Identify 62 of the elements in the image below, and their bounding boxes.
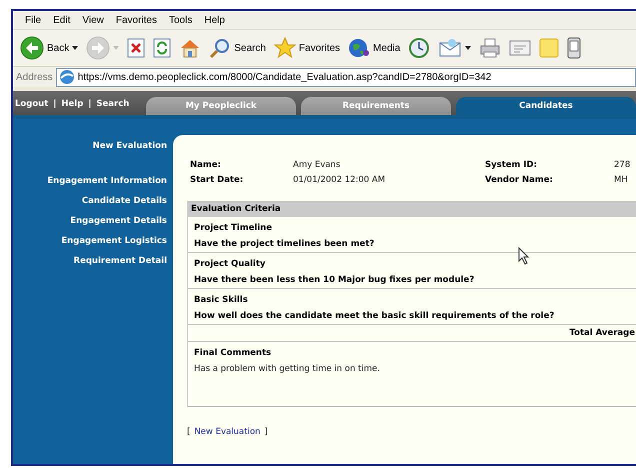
comments-text: Has a problem with getting time in on time. [194, 364, 381, 374]
search-icon [209, 37, 232, 59]
field-value: 278 [614, 160, 632, 170]
sidebar-link[interactable]: Engagement Information [47, 176, 167, 186]
sidebar-link[interactable]: Candidate Details [82, 196, 167, 206]
criterion-title: Basic Skills [194, 295, 249, 305]
page-icon [58, 69, 75, 85]
menu-item[interactable]: Help [198, 14, 231, 26]
sidebar-link[interactable]: Engagement Logistics [61, 236, 167, 246]
field-label: Name: [190, 160, 222, 170]
caret-icon [72, 46, 78, 50]
field-value: 01/01/2002 12:00 AM [293, 175, 386, 185]
field-label: Start Date: [190, 175, 244, 185]
home-icon [179, 38, 202, 58]
field-label: System ID: [485, 160, 538, 170]
toolbar-button[interactable]: Back [17, 33, 82, 63]
sidebar-link[interactable]: Engagement Details [70, 216, 167, 226]
new-evaluation-link[interactable]: New Evaluation [194, 427, 260, 437]
globe-icon [348, 37, 370, 59]
criterion-question: Have the project timelines been met? [194, 239, 376, 249]
field-value: MH [614, 175, 629, 185]
criterion-title: Project Timeline [194, 223, 273, 233]
phone-icon [567, 37, 582, 59]
nav-link[interactable]: Search [96, 99, 130, 109]
history-icon [408, 37, 430, 59]
bracket: [ [187, 427, 190, 437]
caret-icon [465, 46, 472, 50]
toolbar-button[interactable]: Search [206, 33, 269, 63]
menu-item[interactable]: Tools [162, 14, 198, 26]
address-field[interactable]: https://vms.demo.peopleclick.com/8000/Candidate_Evaluation.asp?candID=2780&orgID=342 [56, 68, 636, 86]
bracket: ] [264, 427, 268, 437]
toolbar-button[interactable]: Media [345, 33, 404, 63]
comments-title: Final Comments [194, 348, 272, 358]
sidebar-link[interactable]: Requirement Detail [74, 256, 167, 266]
address-label: Address [16, 72, 53, 82]
tab[interactable]: Candidates [456, 97, 636, 115]
toolbar-button[interactable]: Favorites [270, 33, 344, 63]
table-header: Evaluation Criteria [188, 201, 636, 217]
stop-icon [127, 38, 146, 58]
field-value: Amy Evans [293, 160, 342, 170]
menu-item[interactable]: Favorites [110, 14, 163, 26]
menu-item[interactable]: Edit [47, 14, 76, 26]
separator: | [88, 99, 92, 109]
criterion-title: Project Quality [194, 259, 266, 269]
refresh-icon [153, 38, 172, 58]
star-icon [274, 37, 296, 59]
edit-icon [509, 39, 532, 57]
envelope-icon [438, 38, 462, 58]
note-icon [539, 38, 560, 58]
criterion-question: Have there been less then 10 Major bug fixes per module? [194, 275, 476, 285]
menu-item[interactable]: File [19, 14, 48, 26]
criterion-question: How well does the candidate meet the basic skill requirements of the role? [194, 311, 556, 321]
nav-link[interactable]: Help [61, 99, 84, 109]
printer-icon [479, 38, 502, 58]
sidebar-link[interactable]: New Evaluation [92, 141, 167, 151]
caret-icon [113, 46, 120, 50]
nav-link[interactable]: Logout [15, 99, 48, 109]
menu-item[interactable]: View [76, 14, 110, 26]
total-average-label: Total Average [569, 328, 635, 338]
separator: | [53, 99, 56, 109]
cursor-icon [518, 247, 530, 265]
field-label: Vendor Name: [485, 175, 554, 185]
